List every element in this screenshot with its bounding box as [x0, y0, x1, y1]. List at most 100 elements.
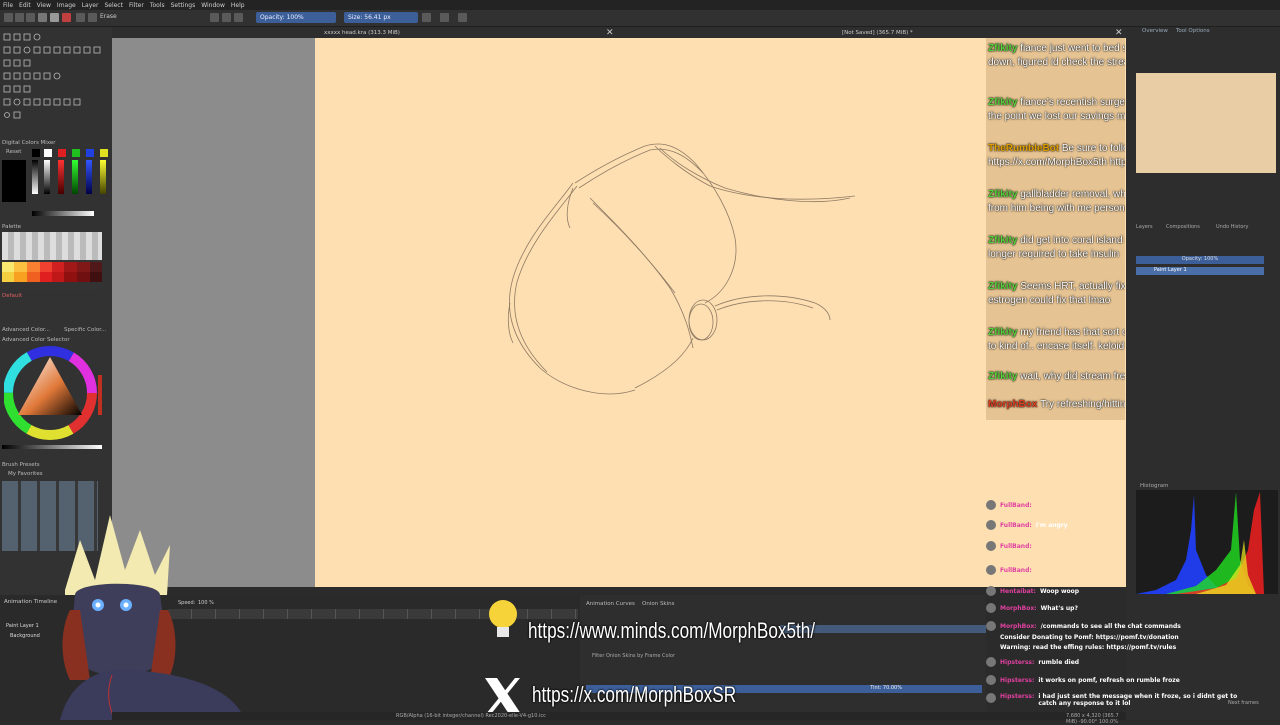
histogram-title: Histogram	[1140, 483, 1169, 489]
chat-message: Zfikity fiance just went to bed so i'm j…	[988, 43, 1125, 68]
close-tab-1-icon[interactable]: ✕	[606, 28, 614, 38]
menu-tools[interactable]: Tools	[150, 2, 165, 9]
chat-message: Zfikity wait, why did stream freeze	[988, 371, 1125, 382]
avatar	[986, 565, 996, 575]
menu-settings[interactable]: Settings	[171, 2, 196, 9]
menu-layer[interactable]: Layer	[82, 2, 99, 9]
advanced-color-tab[interactable]: Advanced Color...	[2, 327, 50, 333]
brush-presets-title: Brush Presets	[2, 462, 40, 468]
animation-curves-tab[interactable]: Animation Curves	[586, 601, 635, 607]
mixer-swatch-green[interactable]	[72, 149, 80, 157]
advanced-color-selector-title: Advanced Color Selector	[2, 337, 70, 343]
chat-message: Zfikity fiance's recentish surgery this …	[988, 97, 1125, 122]
gradient-icon[interactable]	[38, 13, 47, 22]
erase-label: Erase	[100, 13, 117, 20]
avatar	[986, 675, 996, 685]
erase-mode-icon[interactable]	[88, 13, 97, 22]
new-document-icon[interactable]	[4, 13, 13, 22]
chat-message: MorphBox Try refreshing/hitting the live…	[988, 399, 1125, 410]
menu-filter[interactable]: Filter	[129, 2, 144, 9]
menu-file[interactable]: File	[3, 2, 13, 9]
menu-view[interactable]: View	[37, 2, 51, 9]
open-document-icon[interactable]	[15, 13, 24, 22]
mixer-swatch-red[interactable]	[58, 149, 66, 157]
layers-tab[interactable]: Layers	[1136, 224, 1153, 230]
value-slider[interactable]	[2, 445, 102, 449]
flip-horizontal-icon[interactable]	[422, 13, 431, 22]
chat2-row: FullBand:	[986, 498, 1280, 512]
reset-button[interactable]: Reset	[6, 149, 21, 155]
mixer-swatch-black[interactable]	[32, 149, 40, 157]
timeline-layer-paint-1[interactable]: Paint Layer 1	[6, 623, 39, 629]
avatar	[986, 541, 996, 551]
preserve-alpha-icon[interactable]	[210, 13, 219, 22]
mixer-gray-ramp[interactable]	[32, 211, 94, 216]
minds-link[interactable]: https://www.minds.com/MorphBox5th/	[528, 618, 815, 644]
menu-help[interactable]: Help	[231, 2, 245, 9]
chat2-row: Warning: read the effing rules: https://…	[1000, 643, 1177, 651]
current-color-preview	[2, 160, 26, 202]
mixer-swatch-blue[interactable]	[86, 149, 94, 157]
chat2-row: Hipsterss: rumble died	[986, 655, 1280, 669]
favorites-tag[interactable]: My Favorites	[8, 471, 43, 477]
mirror-icon[interactable]	[76, 13, 85, 22]
undo-history-tab[interactable]: Undo History	[1216, 224, 1248, 230]
arrow-icon[interactable]	[458, 13, 467, 22]
opacity-slider[interactable]: Opacity: 100%	[256, 12, 336, 23]
chat2-row: MorphBox: What's up?	[986, 601, 1280, 615]
chat-overlay: Zfikity fiance just went to bed so i'm j…	[986, 38, 1125, 420]
x-link[interactable]: https://x.com/MorphBoxSR	[532, 682, 736, 708]
palette-title: Palette	[2, 224, 22, 230]
overview-thumbnail[interactable]	[1136, 73, 1276, 173]
document-tab-1[interactable]: xxxxx head.kra (313.3 MiB)	[324, 28, 400, 38]
close-tab-2-icon[interactable]: ✕	[1115, 28, 1123, 38]
pattern-icon[interactable]	[50, 13, 59, 22]
play-icon[interactable]	[440, 13, 449, 22]
menu-window[interactable]: Window	[201, 2, 225, 9]
mixer-bar-white[interactable]	[44, 160, 50, 194]
mixer-bar-green[interactable]	[72, 160, 78, 194]
save-icon[interactable]	[26, 13, 35, 22]
color-wheel[interactable]	[4, 345, 102, 441]
avatar	[986, 693, 996, 703]
avatar	[986, 603, 996, 613]
chat-message: Zfikity Seems HRT, actually fixed my ins…	[988, 281, 1125, 306]
palette-swatches[interactable]	[2, 232, 102, 290]
chat-message: Zfikity gallbladder removal, when we wer…	[988, 189, 1125, 214]
layer-row-paint-layer-1[interactable]: Paint Layer 1	[1136, 267, 1264, 275]
avatar	[986, 586, 996, 596]
compositions-tab[interactable]: Compositions	[1166, 224, 1200, 230]
chat-message: Zfikity did get into coral island recent…	[988, 235, 1125, 260]
mixer-swatch-white[interactable]	[44, 149, 52, 157]
canvas-size-info: 7,680 x 4,320 (365.7 MiB) -90.00° 100.0%	[1066, 713, 1119, 725]
onion-skins-tab[interactable]: Onion Skins	[642, 601, 675, 607]
specific-color-tab[interactable]: Specific Color...	[64, 327, 106, 333]
overview-tab[interactable]: Overview	[1142, 28, 1168, 34]
color-mixer-title: Digital Colors Mixer	[2, 140, 56, 146]
pomf-chat: FullBand: FullBand: I'm angry FullBand: F…	[986, 496, 1280, 720]
mixer-swatch-yellow[interactable]	[100, 149, 108, 157]
menu-image[interactable]: Image	[57, 2, 76, 9]
menu-edit[interactable]: Edit	[19, 2, 31, 9]
avatar	[986, 657, 996, 667]
size-slider[interactable]: Size: 56.41 px	[344, 12, 418, 23]
document-tab-2[interactable]: [Not Saved] (365.7 MiB) *	[842, 28, 913, 38]
mixer-bar-red[interactable]	[58, 160, 64, 194]
status-bar: RGB/Alpha (16-bit integer/channel) Rec20…	[112, 712, 1126, 725]
mixer-bar-yellow[interactable]	[100, 160, 106, 194]
chat2-row: FullBand:	[986, 563, 1280, 577]
brush-preset-icon[interactable]	[62, 13, 71, 22]
mixer-bar-blue[interactable]	[86, 160, 92, 194]
tool-options-tab[interactable]: Tool Options	[1176, 28, 1210, 34]
menu-bar: File Edit View Image Layer Select Filter…	[0, 0, 1280, 10]
reload-preset-icon[interactable]	[234, 13, 243, 22]
timeline-layer-background[interactable]: Background	[10, 633, 40, 639]
wrap-around-icon[interactable]	[222, 13, 231, 22]
toolbox[interactable]	[2, 29, 110, 119]
menu-select[interactable]: Select	[104, 2, 123, 9]
next-frames-label: Next frames	[1228, 700, 1259, 706]
layer-opacity-slider[interactable]: Opacity: 100%	[1136, 256, 1264, 264]
chat2-row: FullBand:	[986, 539, 1280, 553]
chat2-row: FullBand: I'm angry	[986, 518, 1280, 532]
mixer-bar-gray[interactable]	[32, 160, 38, 194]
